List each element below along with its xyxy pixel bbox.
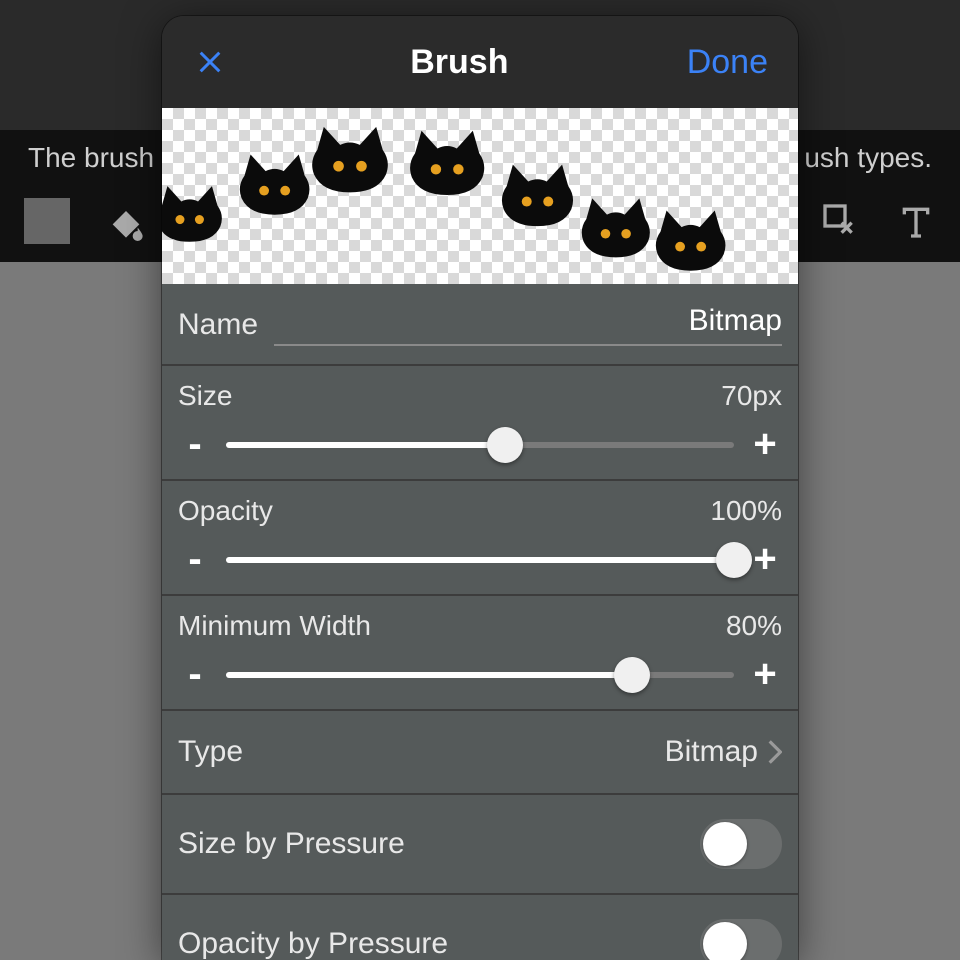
size-by-pressure-row: Size by Pressure — [162, 793, 798, 893]
toggle-knob — [703, 822, 747, 866]
sheet-title: Brush — [410, 43, 508, 82]
toggle-knob — [703, 922, 747, 960]
type-value: Bitmap — [665, 735, 758, 769]
opacity-by-pressure-toggle[interactable] — [700, 919, 782, 960]
size-slider[interactable] — [226, 430, 734, 460]
opacity-slider-thumb[interactable] — [716, 542, 752, 578]
brush-stamp-icon — [498, 160, 577, 228]
opacity-minus-button[interactable]: - — [178, 537, 212, 582]
fill-tool-icon[interactable] — [106, 201, 146, 241]
close-button[interactable] — [188, 40, 232, 84]
brush-stamp-icon — [406, 126, 488, 197]
min-width-row: Minimum Width 80% - + — [162, 594, 798, 709]
min-width-slider[interactable] — [226, 660, 734, 690]
size-plus-button[interactable]: + — [748, 422, 782, 467]
min-width-minus-button[interactable]: - — [178, 652, 212, 697]
brush-settings-sheet: Brush Done — [162, 16, 798, 960]
brush-stamp-icon — [578, 194, 654, 259]
size-slider-thumb[interactable] — [487, 427, 523, 463]
opacity-value: 100% — [710, 495, 782, 527]
text-tool-icon[interactable] — [896, 201, 936, 241]
close-icon — [194, 46, 226, 78]
size-row: Size 70px - + — [162, 364, 798, 479]
brush-stamp-icon — [308, 122, 392, 194]
select-tool-icon[interactable] — [820, 201, 860, 241]
type-row[interactable]: Type Bitmap — [162, 709, 798, 793]
name-input[interactable]: Bitmap — [274, 304, 782, 346]
chevron-right-icon — [768, 740, 782, 764]
size-label: Size — [178, 380, 232, 412]
min-width-plus-button[interactable]: + — [748, 652, 782, 697]
name-row: Name Bitmap — [162, 284, 798, 364]
size-by-pressure-toggle[interactable] — [700, 819, 782, 869]
name-label: Name — [178, 308, 258, 342]
opacity-by-pressure-label: Opacity by Pressure — [178, 927, 448, 960]
opacity-plus-button[interactable]: + — [748, 537, 782, 582]
background-message-right: ush types. — [804, 142, 932, 174]
done-button[interactable]: Done — [687, 43, 768, 82]
min-width-label: Minimum Width — [178, 610, 371, 642]
color-swatch[interactable] — [24, 198, 70, 244]
opacity-by-pressure-row: Opacity by Pressure — [162, 893, 798, 960]
brush-stamp-icon — [652, 206, 729, 272]
min-width-value: 80% — [726, 610, 782, 642]
background-message-left: The brush — [28, 142, 154, 174]
opacity-row: Opacity 100% - + — [162, 479, 798, 594]
sheet-header: Brush Done — [162, 16, 798, 108]
opacity-label: Opacity — [178, 495, 273, 527]
size-value: 70px — [721, 380, 782, 412]
min-width-slider-thumb[interactable] — [614, 657, 650, 693]
opacity-slider[interactable] — [226, 545, 734, 575]
type-label: Type — [178, 735, 243, 769]
brush-stamp-icon — [162, 182, 225, 243]
brush-preview — [162, 108, 798, 284]
size-by-pressure-label: Size by Pressure — [178, 827, 405, 861]
settings-list: Name Bitmap Size 70px - + Opacity — [162, 284, 798, 960]
brush-stamp-icon — [236, 150, 313, 216]
size-minus-button[interactable]: - — [178, 422, 212, 467]
